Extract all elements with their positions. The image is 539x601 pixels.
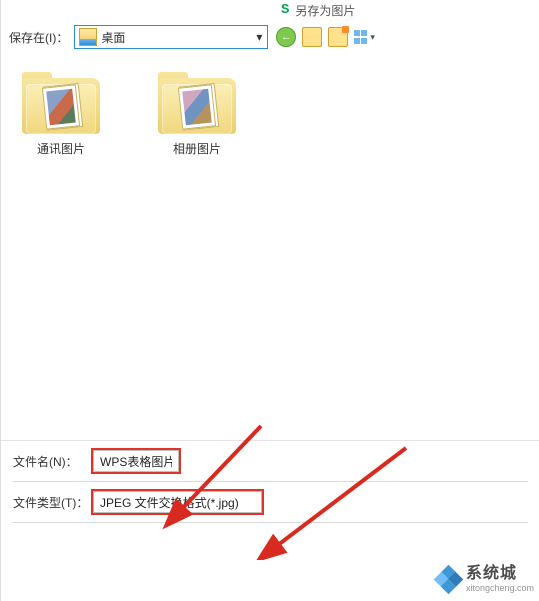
new-folder-button[interactable] — [328, 27, 348, 47]
up-folder-button[interactable] — [302, 27, 322, 47]
toolbar: 保存在(I)： 桌面 ▾ ← ▾ — [1, 20, 539, 54]
watermark-title: 系统城 — [466, 566, 534, 582]
back-button[interactable]: ← — [276, 27, 296, 47]
filetype-row: 文件类型(T)： — [1, 482, 539, 522]
watermark: 系统城 xitongcheng.com — [436, 566, 534, 593]
folder-icon — [22, 72, 100, 134]
file-browser-area[interactable]: 通讯图片 相册图片 — [1, 54, 539, 432]
folder-item[interactable]: 相册图片 — [149, 72, 245, 157]
chevron-down-icon: ▾ — [251, 30, 267, 44]
save-location-dropdown[interactable]: 桌面 ▾ — [74, 25, 268, 49]
save-location-text: 桌面 — [101, 29, 251, 46]
save-as-image-dialog: S 另存为图片 保存在(I)： 桌面 ▾ ← ▾ 通讯图片 — [0, 0, 539, 601]
watermark-url: xitongcheng.com — [466, 584, 534, 593]
dialog-title: 另存为图片 — [295, 2, 355, 19]
view-mode-button[interactable]: ▾ — [354, 28, 375, 46]
dialog-title-row: S 另存为图片 — [1, 0, 539, 20]
filename-label: 文件名(N)： — [13, 453, 91, 470]
chevron-down-icon: ▾ — [370, 32, 375, 43]
filename-input[interactable] — [93, 450, 179, 472]
save-in-label: 保存在(I)： — [9, 29, 68, 46]
filename-row: 文件名(N)： — [1, 441, 539, 481]
folder-icon — [158, 72, 236, 134]
toolbar-buttons: ← ▾ — [276, 27, 375, 47]
desktop-icon — [79, 28, 97, 46]
filetype-highlight — [91, 489, 264, 515]
folder-label: 相册图片 — [173, 140, 221, 157]
separator — [13, 522, 528, 523]
grid-view-icon — [354, 30, 368, 44]
wps-logo-icon: S — [281, 2, 289, 18]
filetype-select[interactable] — [93, 491, 262, 513]
filename-highlight — [91, 448, 181, 474]
folder-item[interactable]: 通讯图片 — [13, 72, 109, 157]
watermark-logo-icon — [436, 567, 462, 593]
filetype-label: 文件类型(T)： — [13, 494, 91, 511]
folder-label: 通讯图片 — [37, 140, 85, 157]
